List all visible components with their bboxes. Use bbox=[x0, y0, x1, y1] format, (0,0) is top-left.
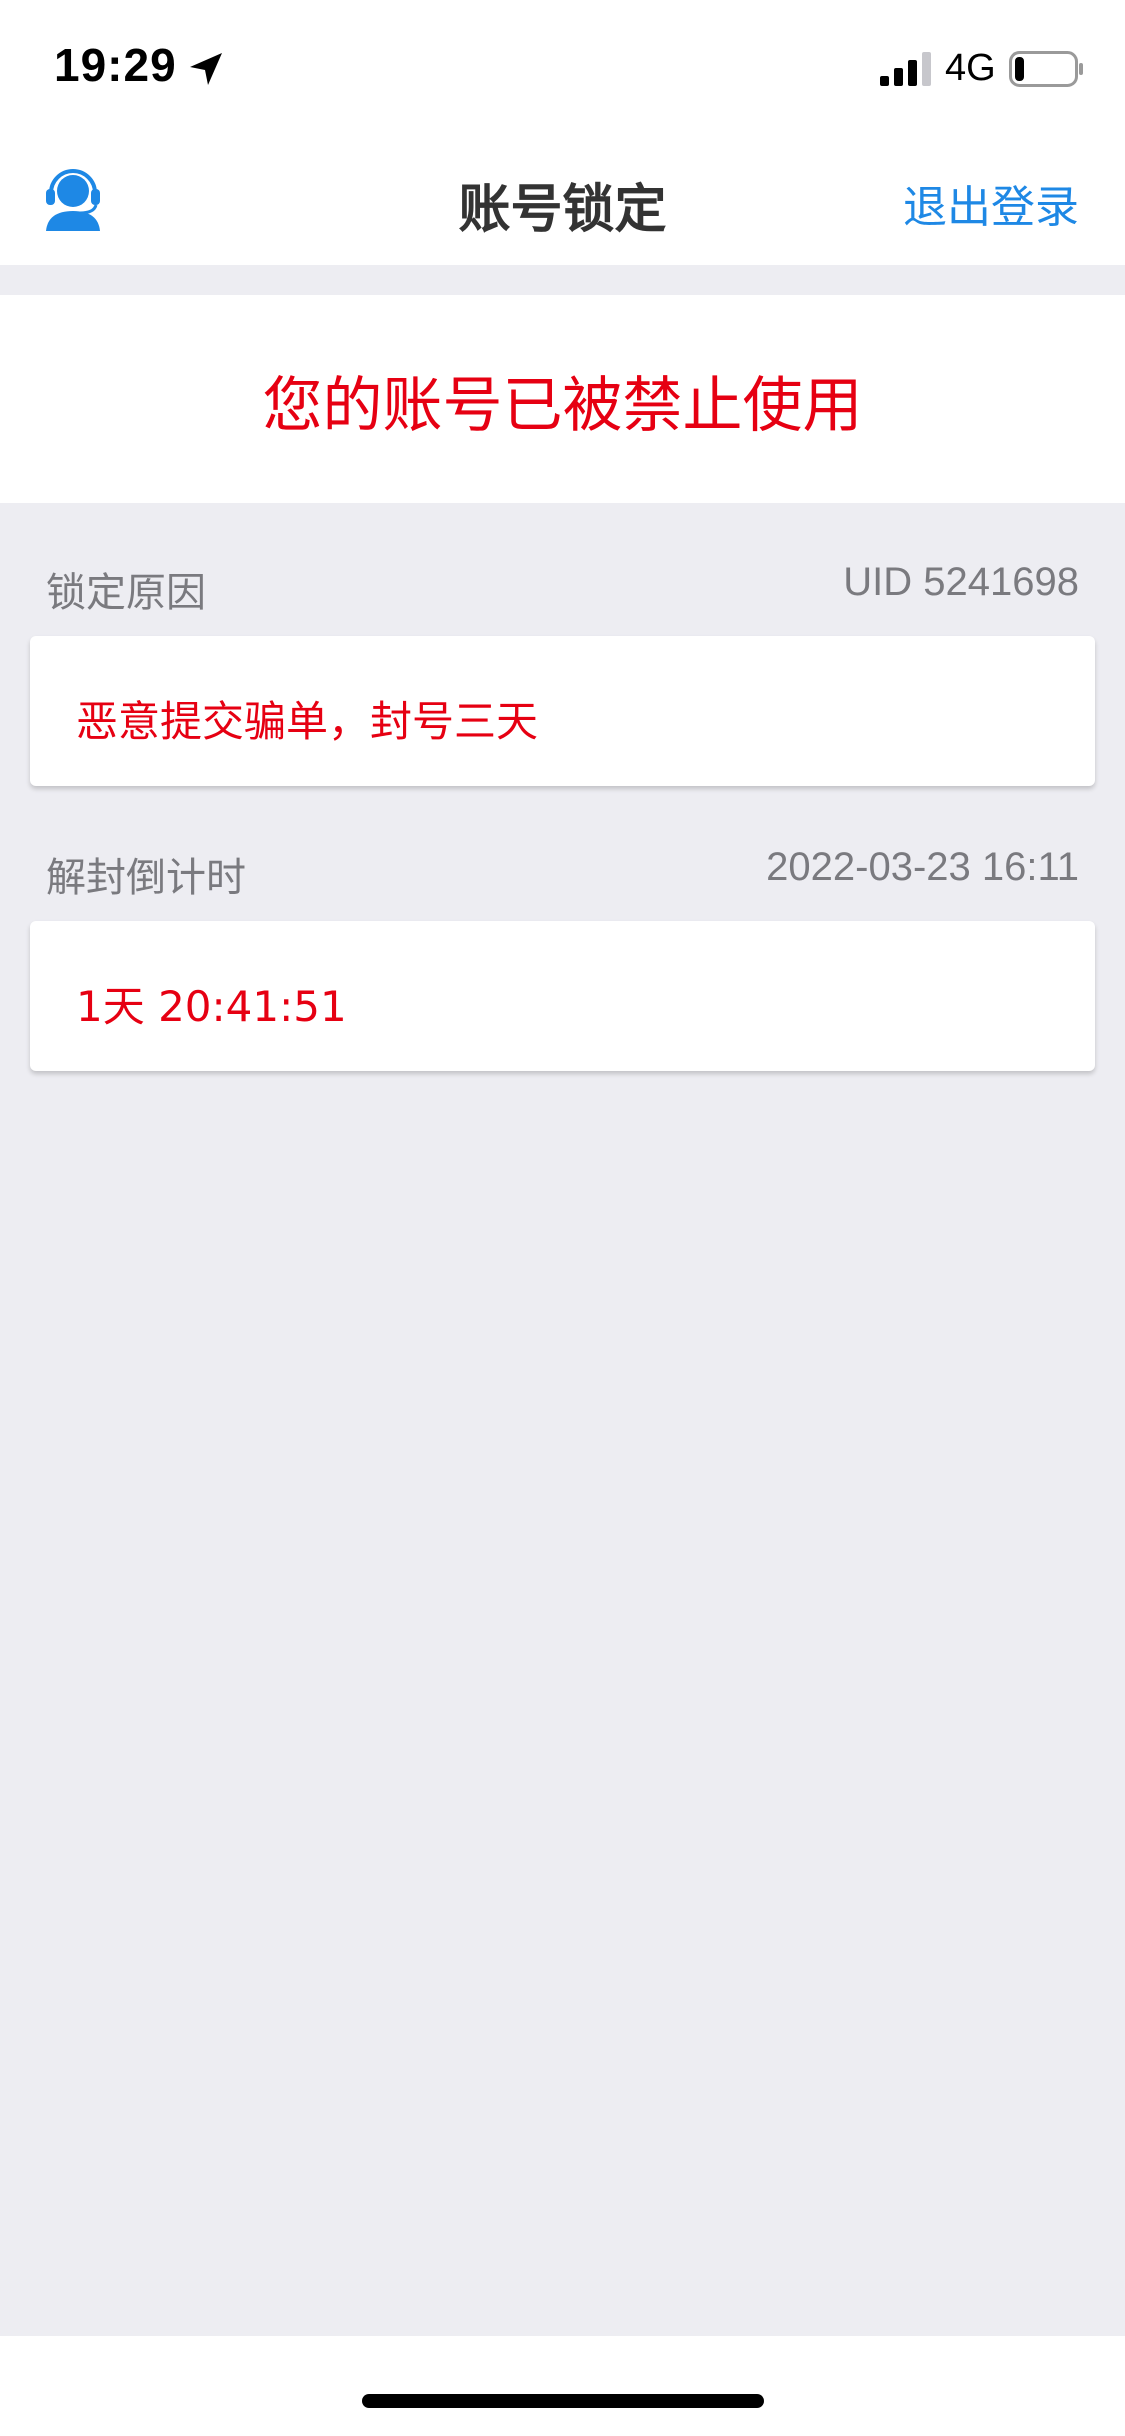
status-time: 19:29 bbox=[54, 39, 177, 91]
network-type: 4G bbox=[945, 47, 996, 89]
countdown-label: 解封倒计时 bbox=[46, 855, 246, 901]
countdown-header: 解封倒计时 2022-03-23 16:11 bbox=[46, 845, 1079, 905]
status-bar: 19:29 4G bbox=[0, 0, 1125, 135]
nav-bar: 账号锁定 退出登录 bbox=[0, 135, 1125, 265]
lock-reason-label: 锁定原因 bbox=[46, 570, 206, 616]
lock-reason-card: 恶意提交骗单，封号三天 bbox=[30, 636, 1095, 786]
home-indicator-area bbox=[0, 2336, 1125, 2436]
countdown-timer: 1天 20:41:51 bbox=[76, 982, 347, 1031]
battery-icon bbox=[1009, 51, 1083, 87]
lock-reason-text: 恶意提交骗单，封号三天 bbox=[76, 697, 539, 746]
ban-notice-banner: 您的账号已被禁止使用 bbox=[0, 295, 1125, 503]
screen: 19:29 4G 账号锁定 退出登录 您的账号已被禁止使用 锁定原因 UID 5… bbox=[0, 0, 1125, 2436]
logout-button[interactable]: 退出登录 bbox=[903, 171, 1079, 235]
lock-reason-header: 锁定原因 UID 5241698 bbox=[46, 560, 1079, 620]
unlock-time: 2022-03-23 16:11 bbox=[766, 845, 1079, 889]
home-indicator[interactable] bbox=[362, 2394, 764, 2408]
location-arrow-icon bbox=[190, 53, 222, 85]
cellular-signal-icon bbox=[880, 52, 931, 86]
uid-label: UID 5241698 bbox=[843, 560, 1079, 604]
ban-message: 您的账号已被禁止使用 bbox=[262, 371, 863, 441]
countdown-card: 1天 20:41:51 bbox=[30, 921, 1095, 1071]
